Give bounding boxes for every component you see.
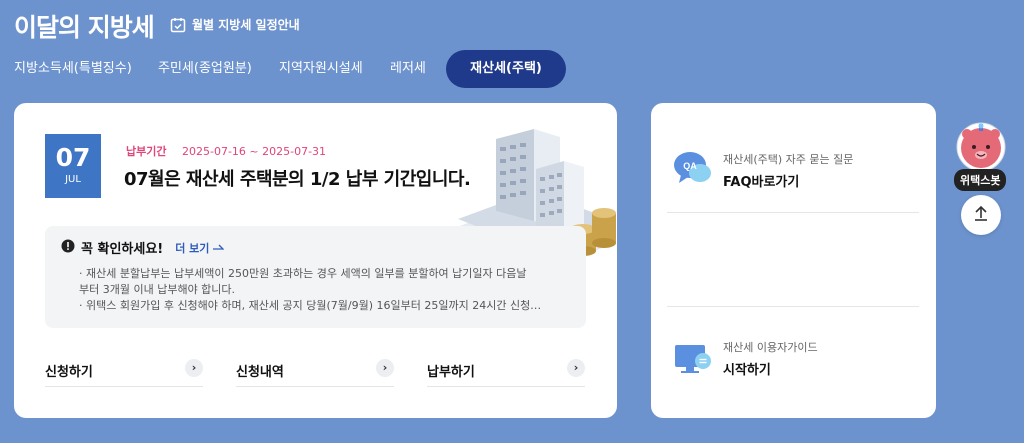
payment-period: 납부기간 2025-07-16 ~ 2025-07-31 [126,143,326,159]
chevron-right-icon: › [376,359,394,377]
faq-link[interactable]: QA 재산세(주택) 자주 묻는 질문 FAQ바로가기 [667,151,919,191]
divider [667,306,919,307]
arrow-right-icon [212,241,225,254]
headline: 07월은 재산세 주택분의 1/2 납부 기간입니다. [124,169,471,190]
notice-header: 꼭 확인하세요! 더 보기 [61,238,225,257]
pay-button[interactable]: 납부하기 › [427,351,585,387]
notice-line: · 재산세 분할납부는 납부세액이 250만원 초과하는 경우 세액의 일부를 … [79,267,527,280]
tab-property-tax-housing[interactable]: 재산세(주택) [446,50,566,88]
tab-local-income-tax[interactable]: 지방소득세(특별징수) [14,50,132,88]
faq-title: FAQ바로가기 [723,175,800,190]
notice-line: · 위택스 회원가입 후 신청해야 하며, 재산세 공지 당월(7월/9월) 1… [79,299,542,312]
faq-caption: 재산세(주택) 자주 묻는 질문 [723,153,854,166]
divider [667,212,919,213]
period-label: 납부기간 [126,145,167,158]
chevron-right-icon: › [185,359,203,377]
date-month: JUL [65,174,81,185]
notice-body: · 재산세 분할납부는 납부세액이 250만원 초과하는 경우 세액의 일부를 … [79,266,569,314]
schedule-link-label: 월별 지방세 일정안내 [192,18,300,32]
date-day: 07 [55,143,91,172]
tax-tabs: 지방소득세(특별징수) 주민세(종업원분) 지역자원시설세 레저세 재산세(주택… [0,50,600,88]
chatbot-avatar [954,122,1008,176]
application-history-button[interactable]: 신청내역 › [236,351,394,387]
apply-label: 신청하기 [45,365,93,380]
monitor-icon [673,343,713,381]
guide-title: 시작하기 [723,363,771,378]
more-link-label: 더 보기 [175,241,210,255]
scroll-top-button[interactable] [961,195,1001,235]
more-link[interactable]: 더 보기 [175,240,225,256]
tab-leisure-tax[interactable]: 레저세 [390,50,426,88]
apply-button[interactable]: 신청하기 › [45,351,203,387]
notice-line: 부터 3개월 이내 납부해야 합니다. [79,283,236,296]
chatbot-label: 위택스봇 [954,169,1007,191]
user-guide-link[interactable]: 재산세 이용자가이드 시작하기 [667,339,919,379]
arrow-up-icon [973,204,989,226]
schedule-link[interactable]: 월별 지방세 일정안내 [170,16,300,33]
side-card: QA 재산세(주택) 자주 묻는 질문 FAQ바로가기 재산세 이용자가이드 시… [651,103,936,418]
date-badge: 07 JUL [45,134,101,198]
tab-regional-resource-tax[interactable]: 지역자원시설세 [279,50,363,88]
notice-title: 꼭 확인하세요! [81,242,164,257]
pay-label: 납부하기 [427,365,475,380]
application-history-label: 신청내역 [236,365,284,380]
alert-icon [61,238,75,257]
page-title: 이달의 지방세 [14,13,155,42]
chevron-right-icon: › [567,359,585,377]
monthly-tax-card: 07 JUL 납부기간 2025-07-16 ~ 2025-07-31 07월은… [14,103,617,418]
notice-box: 꼭 확인하세요! 더 보기 · 재산세 분할납부는 납부세액이 250만원 초과… [45,226,586,328]
calendar-check-icon [170,17,186,33]
qa-icon: QA [673,151,713,191]
period-value: 2025-07-16 ~ 2025-07-31 [181,145,327,158]
guide-caption: 재산세 이용자가이드 [723,341,818,354]
svg-text:QA: QA [683,161,697,171]
tab-resident-tax[interactable]: 주민세(종업원분) [158,50,252,88]
